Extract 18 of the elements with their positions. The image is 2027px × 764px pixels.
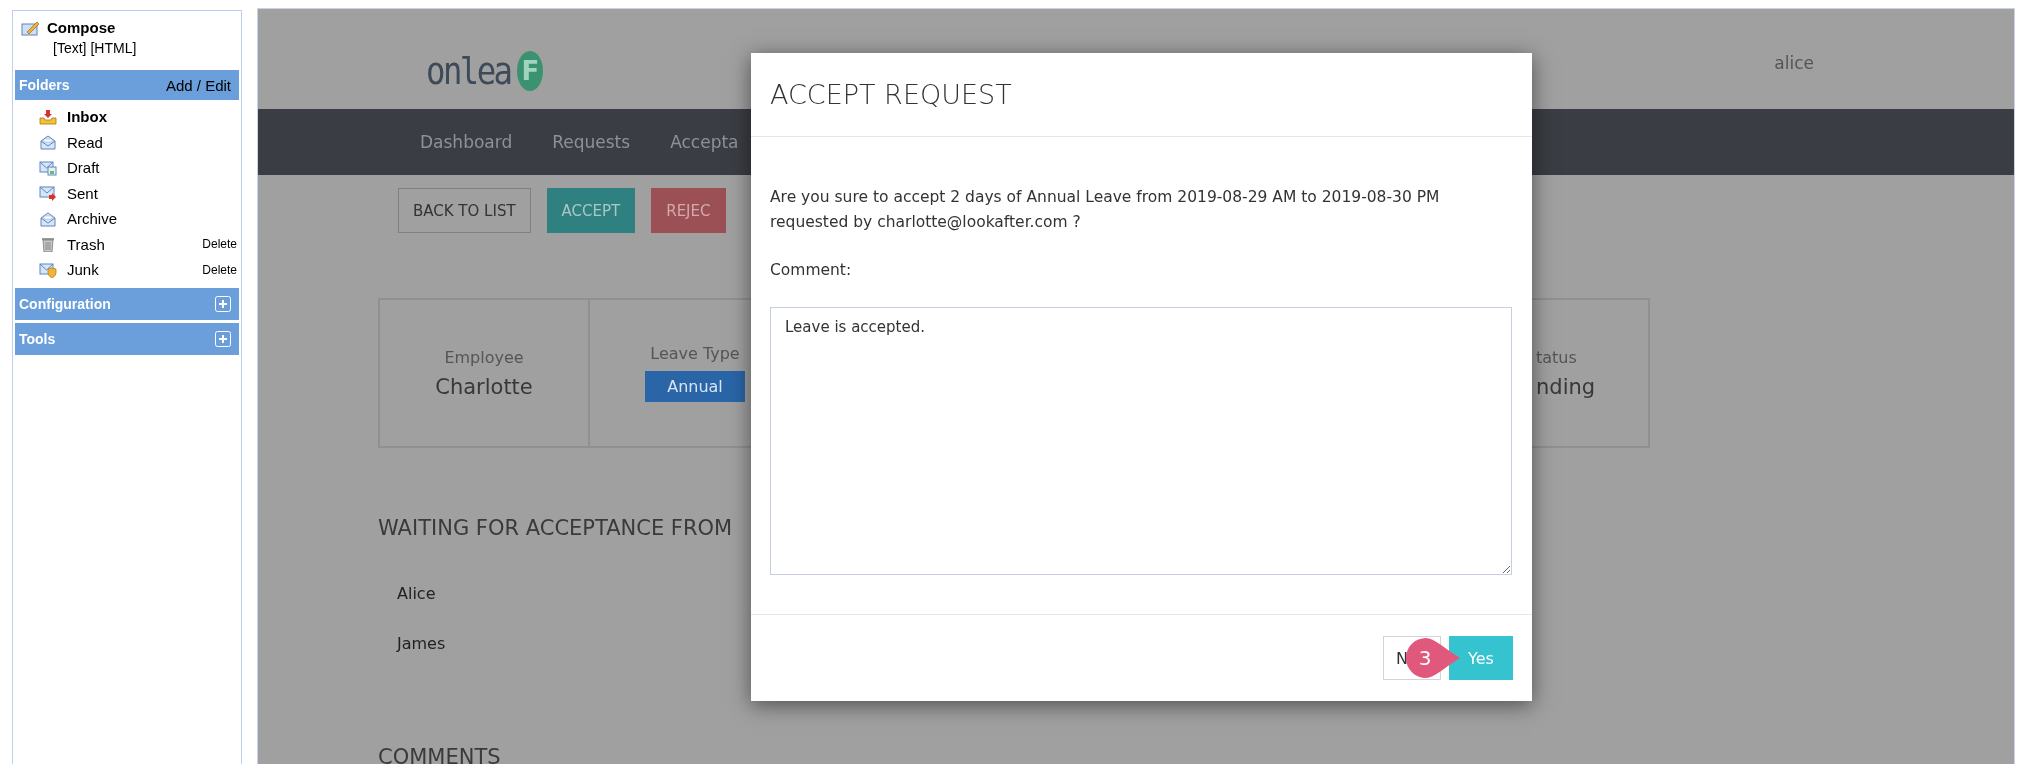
card-label: Employee — [444, 347, 524, 367]
comment-label: Comment: — [770, 260, 853, 279]
card-value: nding — [1536, 374, 1596, 399]
section-title: Folders — [19, 77, 70, 93]
leave-type-badge: Annual — [645, 371, 745, 402]
card-value: Charlotte — [435, 374, 533, 399]
card-label: tatus — [1536, 347, 1577, 367]
logo-text: onlea — [426, 49, 511, 93]
section-title: Tools — [19, 330, 56, 347]
section-heading: COMMENTS — [378, 745, 502, 764]
section-heading: WAITING FOR ACCEPTANCE FROM — [378, 516, 734, 540]
confirm-message: Are you sure to accept 2 days of Annual Leave from 2019-08-29 AM to 2019-08-30 PM requested by charlotte@lookafter.com ? — [770, 187, 1441, 233]
approver-name: Alice — [397, 584, 437, 603]
section-title: Configuration — [19, 295, 111, 312]
logo-mark: F — [517, 51, 544, 91]
approver-name: James — [397, 634, 447, 653]
card-label: Leave Type — [650, 344, 740, 363]
modal-title: ACCEPT REQUEST — [770, 79, 1012, 110]
